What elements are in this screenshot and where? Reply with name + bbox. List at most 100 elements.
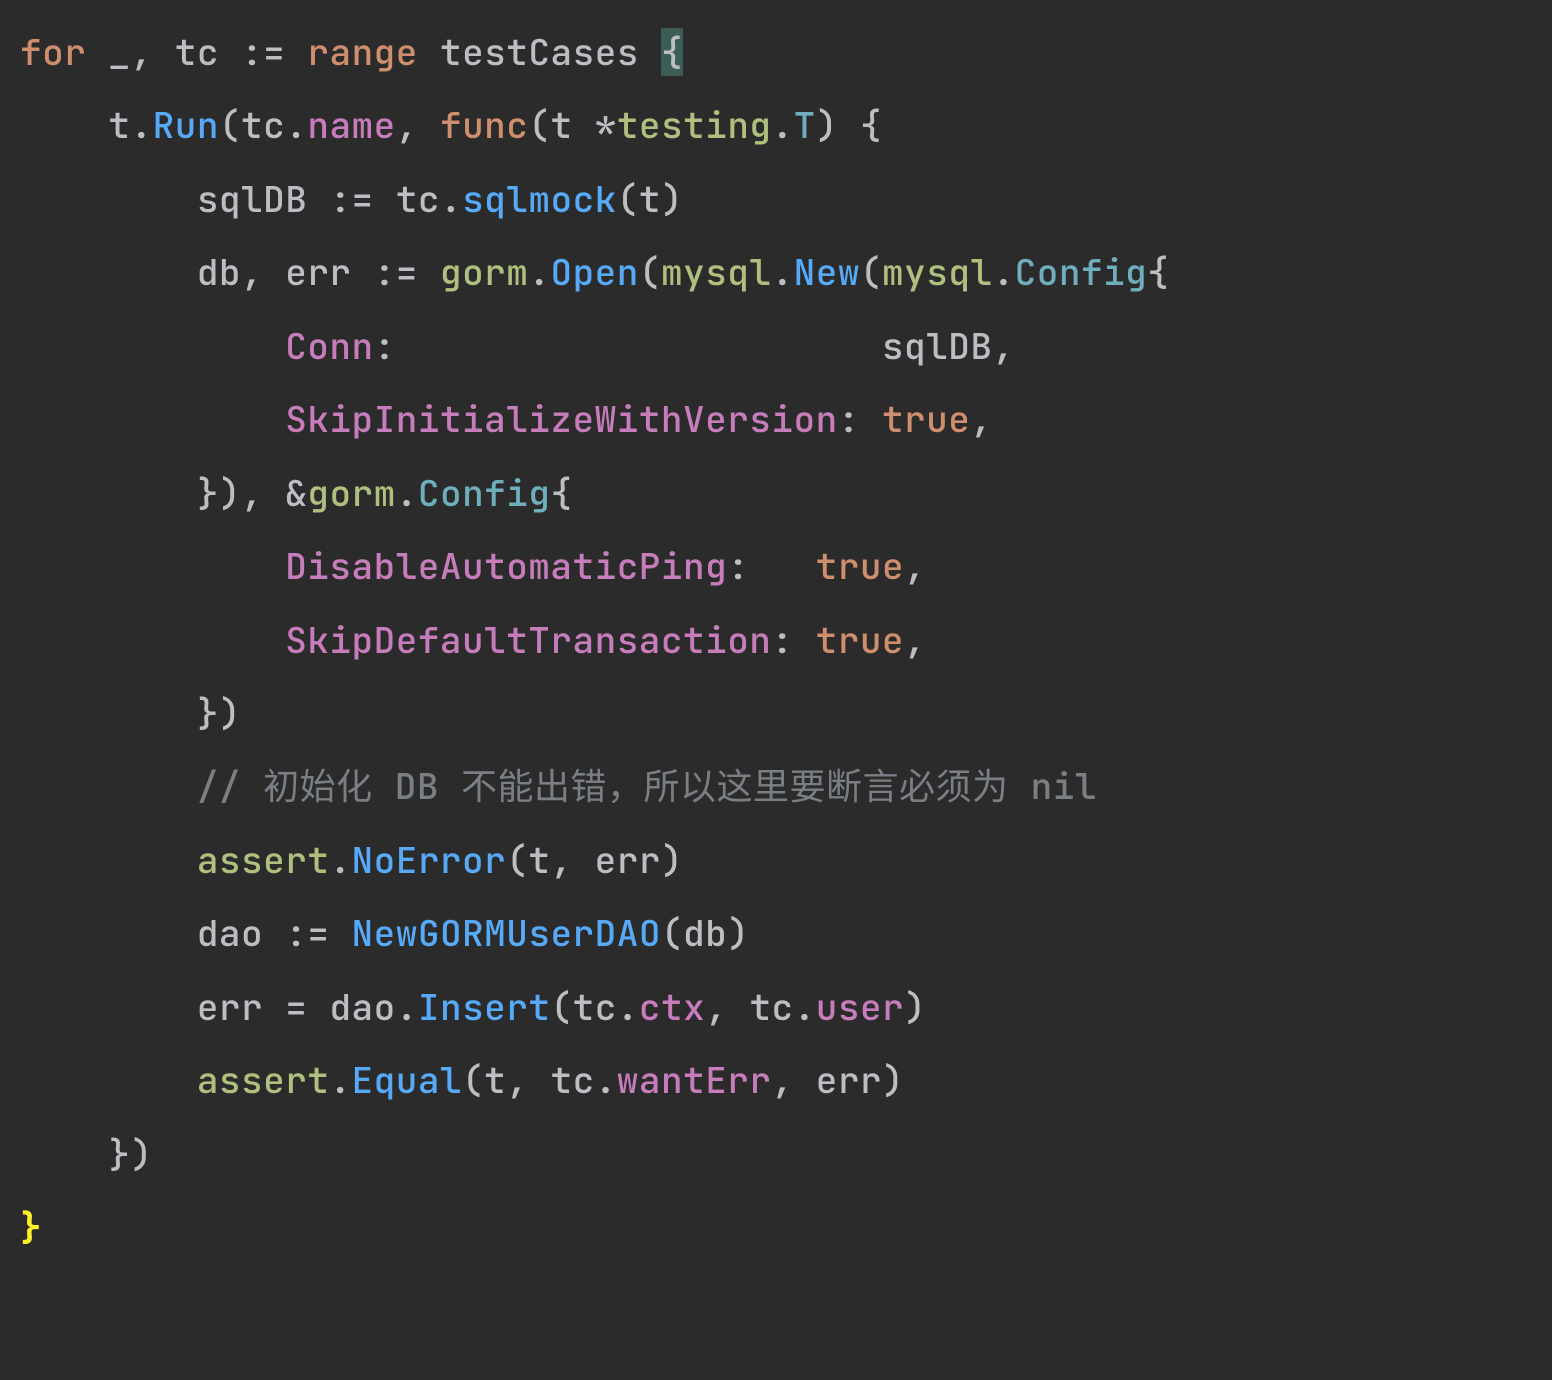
dot: . [131,101,153,149]
method-Run: Run [153,101,219,149]
dot8: . [396,469,418,517]
lparen4: ( [639,248,661,296]
param-t: t [551,101,573,149]
comment-db-init: // 初始化 DB 不能出错，所以这里要断言必须为 nil [197,762,1097,810]
rparen5: ) [661,836,683,884]
rparen: ) [816,101,838,149]
var-err2: err [197,983,263,1031]
colon2: : [838,395,860,443]
pkg-mysql2: mysql [882,248,993,296]
rparen3: ) [219,469,241,517]
rparen4: ) [219,689,241,737]
code-editor[interactable]: for _, tc := range testCases { t.Run(tc.… [0,0,1552,1284]
func-New: New [794,248,860,296]
var-t: t [108,101,130,149]
rparen9: ) [131,1130,153,1178]
comma: , [131,28,153,76]
arg-t2: t [528,836,550,884]
rbrace1: } [197,469,219,517]
dot13: . [329,1056,351,1104]
rparen2: ) [661,175,683,223]
rparen8: ) [882,1056,904,1104]
short-var-decl: := [241,28,285,76]
var-db: db [197,248,241,296]
func-NoError: NoError [352,836,507,884]
field-user: user [816,983,904,1031]
func-Open: Open [550,248,638,296]
caret-brace-open: { [661,28,683,76]
short-var-decl4: := [285,909,329,957]
matched-brace-close: } [20,1203,42,1251]
var-tc: tc [175,28,219,76]
keyword-range: range [307,28,418,76]
ampersand: & [285,469,307,517]
field-SkipDefaultTransaction: SkipDefaultTransaction [285,616,771,664]
comma9: , [550,836,572,884]
field-DisableAutomaticPing: DisableAutomaticPing [285,542,727,590]
lparen7: ( [661,909,683,957]
comma6: , [241,469,263,517]
lparen: ( [219,101,241,149]
dot14: . [595,1056,617,1104]
type-T: T [794,101,816,149]
var-tc6: tc [550,1056,594,1104]
lparen3: ( [617,175,639,223]
short-var-decl3: := [374,248,418,296]
var-dao2: dao [329,983,395,1031]
type-Config: Config [1015,248,1148,296]
arg-db: db [683,909,727,957]
colon1: : [374,322,396,370]
lbrace2: { [1147,248,1169,296]
pkg-gorm2: gorm [307,469,395,517]
rbrace3: } [108,1130,130,1178]
comma5: , [970,395,992,443]
var-dao: dao [197,909,263,957]
var-sqlDB: sqlDB [197,175,308,223]
pkg-testing: testing [617,101,772,149]
field-ctx: ctx [639,983,705,1031]
blank-identifier: _ [108,28,130,76]
arg-t3: t [484,1056,506,1104]
func-NewGORMUserDAO: NewGORMUserDAO [352,909,661,957]
comma4: , [992,322,1014,370]
pkg-assert2: assert [197,1056,330,1104]
dot3: . [772,101,794,149]
comma11: , [506,1056,528,1104]
comma2: , [396,101,418,149]
pkg-mysql: mysql [661,248,772,296]
pkg-assert: assert [197,836,330,884]
rparen6: ) [727,909,749,957]
method-sqlmock: sqlmock [462,175,617,223]
true2: true [816,542,904,590]
colon4: : [771,616,793,664]
colon3: : [727,542,749,590]
rbrace2: } [197,689,219,737]
comma8: , [904,616,926,664]
val-sqlDB: sqlDB [882,322,993,370]
lparen2: ( [528,101,550,149]
lparen8: ( [550,983,572,1031]
true1: true [882,395,970,443]
dot2: . [285,101,307,149]
lparen5: ( [860,248,882,296]
comma3: , [241,248,263,296]
dot12: . [794,983,816,1031]
comma7: , [904,542,926,590]
keyword-for: for [20,28,86,76]
type-Config2: Config [418,469,551,517]
var-tc4: tc [573,983,617,1031]
dot5: . [528,248,550,296]
arg-err: err [595,836,661,884]
field-name: name [307,101,395,149]
var-testCases: testCases [440,28,639,76]
true3: true [816,616,904,664]
star: * [595,101,617,149]
var-tc2: tc [241,101,285,149]
func-Equal: Equal [352,1056,463,1104]
lbrace: { [860,101,882,149]
var-tc5: tc [749,983,793,1031]
dot9: . [329,836,351,884]
pkg-gorm: gorm [440,248,528,296]
var-tc3: tc [396,175,440,223]
comma12: , [772,1056,794,1104]
